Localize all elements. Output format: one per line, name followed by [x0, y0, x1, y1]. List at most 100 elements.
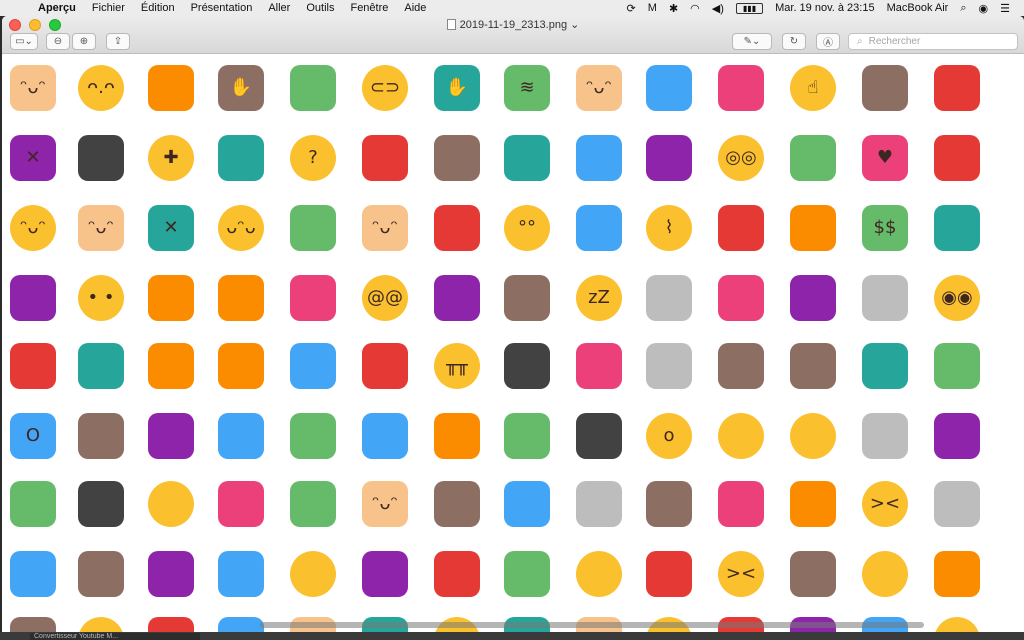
classical-building-icon: [504, 135, 550, 181]
woman-technologist-icon: [646, 135, 692, 181]
datetime[interactable]: Mar. 19 nov. à 23:15: [769, 2, 880, 14]
spotlight-icon[interactable]: ⌕: [954, 2, 972, 15]
markup-toolbar-button[interactable]: Ⓐ: [816, 33, 840, 50]
user-icon[interactable]: ◉: [973, 2, 995, 15]
blowfish-icon: [78, 413, 124, 459]
woman-facepalming-emoji: [146, 411, 196, 461]
screaming-fear-icon: O: [10, 413, 56, 459]
tropical-fish-icon: [862, 551, 908, 597]
markup-pen-button[interactable]: ✎⌄: [732, 33, 772, 50]
man-facepalming-emoji: [932, 203, 982, 253]
bear-2-emoji: [8, 615, 58, 632]
backhand-index-left-icon: [576, 551, 622, 597]
crying-face-emoji: [288, 549, 338, 599]
menu-aide[interactable]: Aide: [396, 2, 434, 14]
family-man-kids-icon: [362, 413, 408, 459]
dragon-icon: [790, 135, 836, 181]
lips-emoji: [8, 341, 58, 391]
juggling-emoji: [502, 549, 552, 599]
steam-from-nose-icon: [148, 481, 194, 527]
boy-emoji: ᵔᴗᵔ: [360, 479, 410, 529]
window-title[interactable]: 2019-11-19_2313.png ⌄: [2, 18, 1024, 31]
menu-fenetre[interactable]: Fenêtre: [342, 2, 396, 14]
stadium-emoji: [288, 203, 338, 253]
menu-app-name[interactable]: Aperçu: [30, 2, 84, 14]
man-tipping-hand-emoji: ✋: [432, 63, 482, 113]
menu-fichier[interactable]: Fichier: [84, 2, 133, 14]
zoom-in-button[interactable]: ⊕: [72, 33, 96, 50]
background-window-tab[interactable]: Convertisseur Youtube M...: [30, 633, 200, 640]
zoom-in-icon: ⊕: [79, 36, 89, 47]
machine-name[interactable]: MacBook Air: [881, 2, 955, 14]
upside-down-face-emoji: ᴗᵔᴗ: [216, 203, 266, 253]
sync-icon[interactable]: ⟳: [621, 2, 642, 15]
rotate-icon: ↻: [789, 36, 799, 47]
zebra-icon: [862, 413, 908, 459]
lying-face-icon: ᴖ.ᴖ: [78, 65, 124, 111]
firefighter-icon: [148, 617, 194, 632]
french-fries-icon: [934, 135, 980, 181]
helicopter-emoji: [716, 411, 766, 461]
image-canvas[interactable]: ᵔᴗᵔ ᴖ.ᴖ ✋ ⊂⊃ ✋ ≋ ᵔᴗᵔ ☝ ✕ ✚? ◎◎ ♥ ᵔᴗᵔ ᵔᴗᵔ ✕ ᴗᵔᴗ ᵔᴗᵔ °° ⌇ $$ •…: [2, 55, 1024, 632]
monkey-covering-emoji: [788, 341, 838, 391]
clown-face-icon: [934, 65, 980, 111]
man-teacher-emoji: [216, 133, 266, 183]
wifi-icon[interactable]: ◠: [684, 2, 706, 15]
woman-getting-massage-icon: [362, 551, 408, 597]
menu-presentation[interactable]: Présentation: [183, 2, 261, 14]
tram-car-emoji: [288, 479, 338, 529]
sidebar-toggle-button[interactable]: ▭⌄: [10, 33, 38, 50]
menu-bar: Aperçu Fichier Édition Présentation Alle…: [0, 0, 1024, 16]
family-emoji: [288, 341, 338, 391]
woman-farmer-emoji: [8, 479, 58, 529]
hushed-face-emoji: o: [644, 411, 694, 461]
snowboarder-icon: [218, 551, 264, 597]
pineapple-emoji: [788, 203, 838, 253]
cherries-emoji: [644, 549, 694, 599]
horse-icon: [434, 413, 480, 459]
firefighter-emoji: [146, 615, 196, 632]
bear-icon: [790, 551, 836, 597]
share-button[interactable]: ⇪: [106, 33, 130, 50]
rainbow-emoji: [432, 549, 482, 599]
menu-edition[interactable]: Édition: [133, 2, 183, 14]
menu-aller[interactable]: Aller: [260, 2, 298, 14]
poodle-emoji: [644, 341, 694, 391]
menu-outils[interactable]: Outils: [298, 2, 342, 14]
persevering-face-icon: ><: [862, 481, 908, 527]
pineapple-icon: [790, 205, 836, 251]
bluetooth-icon[interactable]: ✱: [663, 2, 684, 15]
sidebar-icon: ▭⌄: [15, 36, 33, 47]
tangerine-icon: [148, 65, 194, 111]
woman-emoji: ᵔᴗᵔ: [360, 203, 410, 253]
pen-icon: ✎⌄: [743, 36, 761, 47]
volume-icon[interactable]: ◀): [706, 2, 730, 15]
pouting-cat-icon: [790, 481, 836, 527]
index-pointing-up-icon: ☝: [790, 65, 836, 111]
dizzy-face-icon: @@: [362, 275, 408, 321]
gorilla-emoji: [76, 479, 126, 529]
notification-center-icon[interactable]: ☰: [994, 2, 1016, 15]
helicopter-icon: [718, 413, 764, 459]
zoom-out-button[interactable]: ⊖: [46, 33, 70, 50]
peach-icon: [218, 481, 264, 527]
tangerine-emoji: [146, 63, 196, 113]
search-field[interactable]: ⌕ Rechercher: [848, 33, 1018, 50]
battery-icon[interactable]: ▮▮▮: [730, 2, 769, 14]
couple-heart-icon: ♥: [862, 135, 908, 181]
clown-face-emoji: [932, 63, 982, 113]
malwarebytes-icon[interactable]: M: [642, 2, 663, 14]
women-bunny-ears-emoji: [76, 133, 126, 183]
hamburger-emoji: [76, 549, 126, 599]
woman-raising-hand-emoji: [146, 549, 196, 599]
horizontal-scrollbar[interactable]: [260, 622, 924, 628]
taco-emoji: [932, 549, 982, 599]
rotate-button[interactable]: ↻: [782, 33, 806, 50]
rolling-laughing-emoji: ⊂⊃: [360, 63, 410, 113]
family-men-emoji: [644, 63, 694, 113]
tram-car-icon: [290, 481, 336, 527]
man-emoji: ᵔᴗᵔ: [574, 63, 624, 113]
family-2-icon: [10, 551, 56, 597]
share-icon: ⇪: [113, 36, 123, 47]
man-gesturing-no-icon: ✕: [148, 205, 194, 251]
